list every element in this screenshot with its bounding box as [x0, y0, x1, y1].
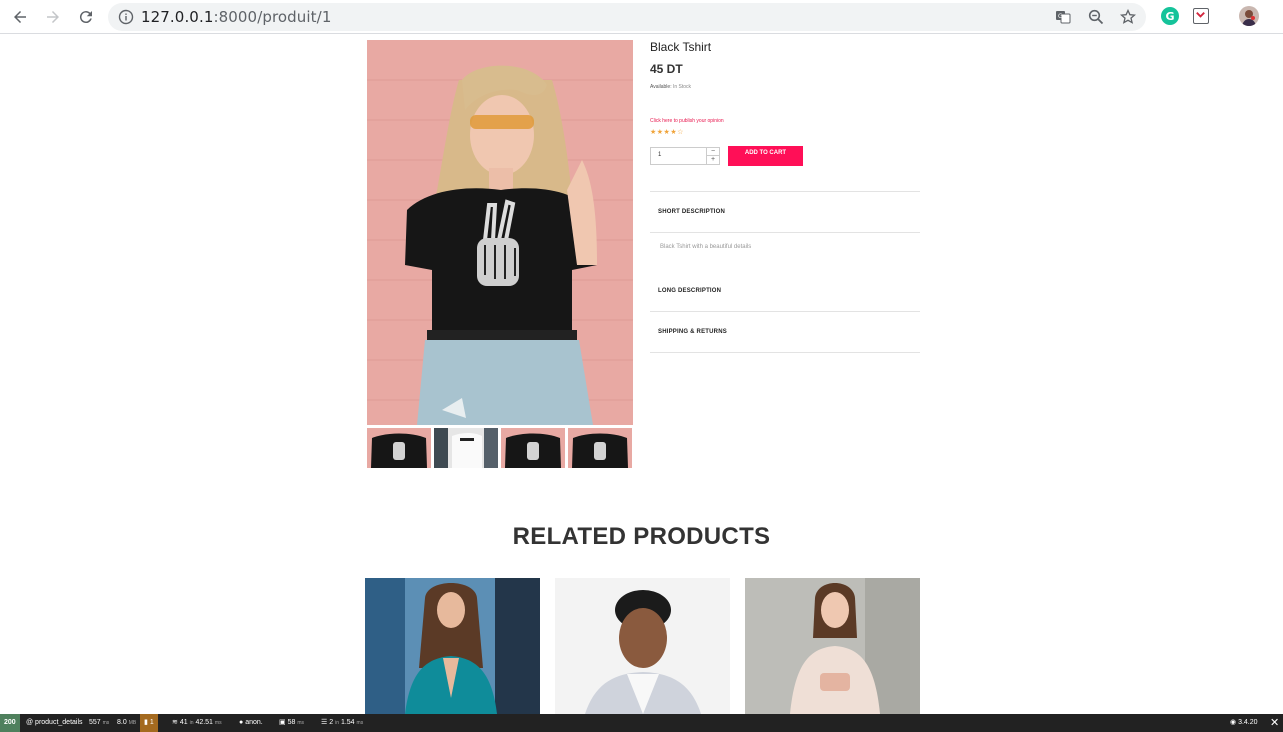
thumbnail-3[interactable]	[501, 428, 565, 468]
twig-time[interactable]: ▣ 58 ms	[275, 714, 308, 732]
warnings-count[interactable]: ▮ 1	[140, 714, 158, 732]
symfony-version[interactable]: ◉ 3.4.20	[1226, 714, 1262, 732]
browser-toolbar: 127.0.0.1:8000/produit/1 G G	[0, 0, 1283, 34]
warning-icon: ▮	[144, 719, 148, 726]
reload-icon[interactable]	[74, 5, 98, 29]
related-product-card[interactable]	[555, 578, 730, 714]
publish-opinion-link[interactable]: Click here to publish your opinion	[650, 118, 724, 124]
thumbnail-1[interactable]	[367, 428, 431, 468]
divider	[650, 191, 920, 192]
related-product-card[interactable]	[745, 578, 920, 714]
back-arrow-icon[interactable]	[8, 5, 32, 29]
database-icon: ≋	[172, 719, 178, 726]
svg-text:G: G	[1166, 10, 1175, 23]
user-icon: ●	[239, 719, 244, 726]
forward-arrow-icon[interactable]	[41, 5, 65, 29]
address-bar[interactable]: 127.0.0.1:8000/produit/1 G	[108, 3, 1146, 31]
security-user[interactable]: ● anon.	[235, 714, 267, 732]
quantity-value[interactable]: 1	[658, 152, 661, 158]
grammarly-extension-icon[interactable]: G	[1161, 7, 1179, 25]
related-products-heading: RELATED PRODUCTS	[512, 523, 771, 550]
quantity-decrement-button[interactable]: −	[707, 148, 719, 156]
symfony-icon: ◉	[1230, 719, 1237, 726]
quantity-stepper[interactable]: 1 − +	[650, 147, 720, 165]
url-text: 127.0.0.1:8000/produit/1	[141, 8, 332, 26]
short-description-text: Black Tshirt with a beautiful details	[660, 244, 752, 250]
bookmark-star-icon[interactable]	[1120, 9, 1136, 25]
product-main-image[interactable]	[367, 40, 633, 425]
short-description-toggle[interactable]: SHORT DESCRIPTION	[658, 209, 725, 215]
status-code[interactable]: 200	[0, 714, 20, 732]
long-description-toggle[interactable]: LONG DESCRIPTION	[658, 288, 721, 294]
product-availability: Available: In Stock	[650, 84, 692, 90]
quantity-increment-button[interactable]: +	[707, 156, 719, 164]
related-product-card[interactable]	[365, 578, 540, 714]
product-name: Black Tshirt	[650, 40, 712, 54]
info-icon[interactable]	[118, 9, 134, 25]
thumbnail-strip	[367, 428, 633, 468]
product-price: 45 DT	[650, 62, 683, 76]
svg-text:G: G	[1058, 13, 1063, 20]
debug-toolbar: 200 @ product_details 557 ms 8.0 MB ▮ 1 …	[0, 714, 1283, 732]
route-name[interactable]: @ product_details	[22, 714, 87, 732]
translate-icon[interactable]: G	[1055, 9, 1071, 25]
request-time[interactable]: 557 ms	[85, 714, 113, 732]
zoom-out-icon[interactable]	[1088, 9, 1104, 25]
thumbnail-4[interactable]	[568, 428, 632, 468]
cache-icon: ☰	[321, 719, 328, 726]
memory-usage[interactable]: 8.0 MB	[113, 714, 140, 732]
add-to-cart-button[interactable]: ADD TO CART	[728, 146, 803, 166]
divider	[650, 352, 920, 353]
profile-avatar[interactable]	[1239, 6, 1259, 26]
divider	[650, 311, 920, 312]
rating-stars[interactable]: ★★★★☆	[650, 128, 684, 136]
divider	[650, 232, 920, 233]
pocket-extension-icon[interactable]	[1193, 8, 1209, 24]
twig-icon: ▣	[279, 719, 286, 726]
shipping-returns-toggle[interactable]: SHIPPING & RETURNS	[658, 329, 727, 335]
cache-calls[interactable]: ☰ 2 in 1.54 ms	[317, 714, 367, 732]
database-queries[interactable]: ≋ 41 in 42.51 ms	[168, 714, 226, 732]
close-toolbar-icon[interactable]: ✕	[1266, 714, 1283, 732]
thumbnail-2[interactable]	[434, 428, 498, 468]
